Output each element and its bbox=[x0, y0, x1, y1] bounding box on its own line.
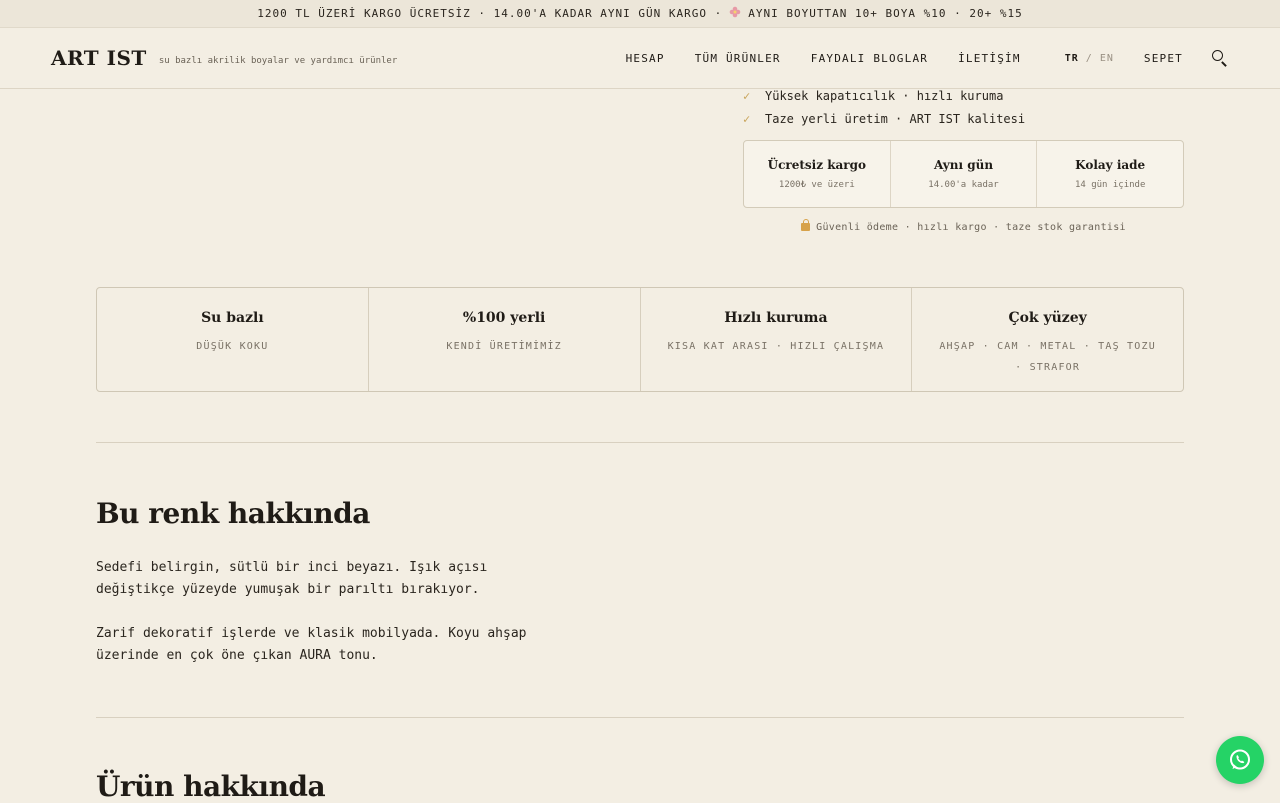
flower-icon bbox=[729, 6, 741, 21]
check-text: Taze yerli üretim · ART IST kalitesi bbox=[765, 111, 1026, 126]
nav-all-products[interactable]: TÜM ÜRÜNLER bbox=[695, 52, 781, 65]
perk-title: Aynı gün bbox=[933, 158, 994, 172]
feature-fast-dry: Hızlı kuruma KISA KAT ARASI · HIZLI ÇALI… bbox=[641, 288, 913, 391]
perk-sub: 14 gün içinde bbox=[1074, 180, 1146, 190]
lang-separator: / bbox=[1085, 52, 1093, 64]
whatsapp-icon[interactable] bbox=[1216, 736, 1264, 784]
lock-icon bbox=[801, 219, 811, 231]
announcement-text-2: AYNI BOYUTTAN 10+ BOYA %10 · 20+ %15 bbox=[748, 7, 1023, 20]
feature-sub: DÜŞÜK KOKU bbox=[196, 341, 269, 352]
perk-same-day: Aynı gün 14.00'a kadar bbox=[891, 141, 1038, 207]
feature-local: %100 yerli KENDİ ÜRETİMİMİZ bbox=[369, 288, 641, 391]
feature-title: Su bazlı bbox=[201, 310, 264, 326]
feature-title: %100 yerli bbox=[462, 310, 546, 326]
feature-title: Çok yüzey bbox=[1008, 310, 1087, 326]
about-color-heading: Bu renk hakkında bbox=[96, 497, 370, 530]
feature-sub: AHŞAP · CAM · METAL · TAŞ TOZU · STRAFOR bbox=[939, 341, 1156, 373]
check-text: Yüksek kapatıcılık · hızlı kuruma bbox=[765, 88, 1004, 103]
perk-free-shipping: Ücretsiz kargo 1200₺ ve üzeri bbox=[744, 141, 891, 207]
about-paragraph: Sedefi belirgin, sütlü bir inci beyazı. … bbox=[96, 560, 488, 597]
benefit-checklist: ✓ Yüksek kapatıcılık · hızlı kuruma ✓ Ta… bbox=[743, 84, 1025, 130]
site-header: ART IST su bazlı akrilik boyalar ve yard… bbox=[0, 28, 1280, 89]
about-color-text: Sedefi belirgin, sütlü bir inci beyazı. … bbox=[96, 557, 566, 667]
about-product-heading: Ürün hakkında bbox=[96, 770, 326, 803]
shipping-perks: Ücretsiz kargo 1200₺ ve üzeri Aynı gün 1… bbox=[743, 140, 1184, 208]
announcement-bar: 1200 TL ÜZERİ KARGO ÜCRETSİZ · 14.00'A K… bbox=[0, 0, 1280, 28]
tagline: su bazlı akrilik boyalar ve yardımcı ürü… bbox=[158, 56, 398, 66]
secure-note: Güvenli ödeme · hızlı kargo · taze stok … bbox=[743, 219, 1184, 233]
divider bbox=[96, 442, 1184, 443]
perk-sub: 1200₺ ve üzeri bbox=[778, 180, 855, 190]
list-item: ✓ Taze yerli üretim · ART IST kalitesi bbox=[743, 107, 1025, 130]
nav-blogs[interactable]: FAYDALI BLOGLAR bbox=[811, 52, 928, 65]
nav-account[interactable]: HESAP bbox=[626, 52, 665, 65]
perk-title: Ücretsiz kargo bbox=[767, 158, 867, 172]
feature-sub: KISA KAT ARASI · HIZLI ÇALIŞMA bbox=[667, 341, 885, 352]
lang-tr[interactable]: TR bbox=[1065, 53, 1079, 64]
perk-title: Kolay iade bbox=[1075, 158, 1146, 172]
lang-en[interactable]: EN bbox=[1100, 53, 1114, 64]
announcement-text-1: 1200 TL ÜZERİ KARGO ÜCRETSİZ · 14.00'A K… bbox=[257, 7, 723, 20]
check-icon: ✓ bbox=[743, 111, 751, 126]
list-item: ✓ Yüksek kapatıcılık · hızlı kuruma bbox=[743, 84, 1025, 107]
perk-sub: 14.00'a kadar bbox=[928, 180, 999, 190]
logo[interactable]: ART IST bbox=[51, 46, 147, 70]
perk-easy-return: Kolay iade 14 gün içinde bbox=[1037, 141, 1183, 207]
feature-sub: KENDİ ÜRETİMİMİZ bbox=[446, 341, 562, 352]
nav-contact[interactable]: İLETİŞİM bbox=[958, 52, 1021, 65]
divider bbox=[96, 717, 1184, 718]
secure-text: Güvenli ödeme · hızlı kargo · taze stok … bbox=[816, 222, 1126, 233]
main-nav: HESAP TÜM ÜRÜNLER FAYDALI BLOGLAR İLETİŞ… bbox=[596, 49, 1229, 67]
feature-multi-surface: Çok yüzey AHŞAP · CAM · METAL · TAŞ TOZU… bbox=[912, 288, 1183, 391]
cart-link[interactable]: SEPET bbox=[1144, 52, 1183, 65]
check-icon: ✓ bbox=[743, 88, 751, 103]
about-paragraph: Zarif dekoratif işlerde ve klasik mobily… bbox=[96, 626, 527, 663]
language-switcher: TR / EN bbox=[1065, 53, 1114, 64]
feature-title: Hızlı kuruma bbox=[724, 310, 828, 326]
search-icon[interactable] bbox=[1211, 49, 1229, 67]
feature-water-based: Su bazlı DÜŞÜK KOKU bbox=[97, 288, 369, 391]
feature-grid: Su bazlı DÜŞÜK KOKU %100 yerli KENDİ ÜRE… bbox=[96, 287, 1184, 392]
